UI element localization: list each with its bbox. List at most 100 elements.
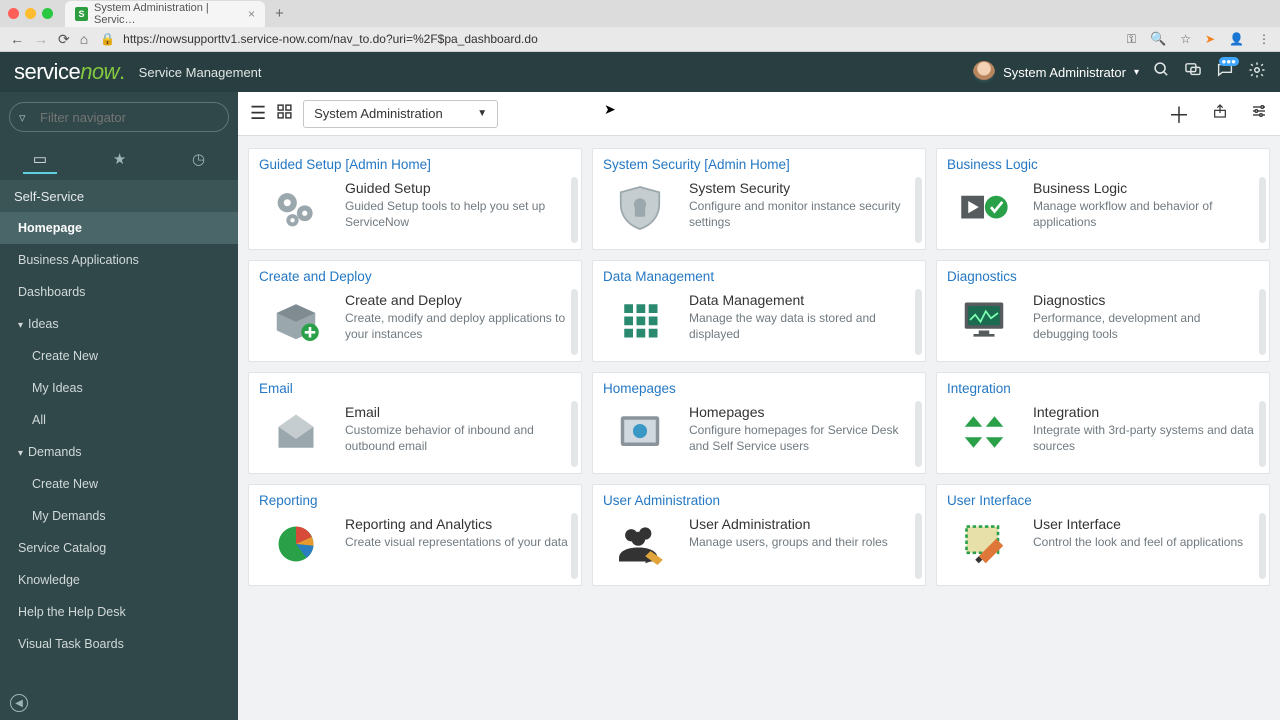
card-header[interactable]: Data Management [593, 261, 925, 286]
card-title: User Interface [1033, 516, 1257, 532]
user-name: System Administrator [1003, 65, 1126, 80]
browser-tab[interactable]: S System Administration | Servic… × [65, 1, 265, 27]
sidebar-item-help-the-help-desk[interactable]: Help the Help Desk [0, 596, 238, 628]
page-select[interactable]: System Administration ▼ [303, 100, 498, 128]
card-user-interface[interactable]: User InterfaceUser InterfaceControl the … [936, 484, 1270, 586]
filter-navigator-input[interactable] [9, 102, 229, 132]
logo-caret-icon: . [119, 59, 125, 84]
card-scrollbar[interactable] [1259, 401, 1266, 467]
sidebar-item-service-catalog[interactable]: Service Catalog [0, 532, 238, 564]
card-homepages[interactable]: HomepagesHomepagesConfigure homepages fo… [592, 372, 926, 474]
key-icon[interactable]: ⚿ [1127, 32, 1136, 47]
card-data-management[interactable]: Data ManagementData ManagementManage the… [592, 260, 926, 362]
card-header[interactable]: Reporting [249, 485, 581, 510]
card-header[interactable]: Email [249, 373, 581, 398]
back-icon[interactable]: ← [10, 31, 24, 47]
card-scrollbar[interactable] [571, 289, 578, 355]
card-scrollbar[interactable] [1259, 289, 1266, 355]
sidebar-item-demands[interactable]: Demands [0, 436, 238, 468]
sidebar-item-all[interactable]: All [0, 404, 238, 436]
logo[interactable]: servicenow. [14, 59, 125, 85]
card-header[interactable]: Guided Setup [Admin Home] [249, 149, 581, 174]
card-header[interactable]: User Interface [937, 485, 1269, 510]
card-header[interactable]: Business Logic [937, 149, 1269, 174]
reload-icon[interactable]: ⟳ [58, 31, 70, 48]
card-guided-setup[interactable]: Guided Setup [Admin Home]Guided SetupGui… [248, 148, 582, 250]
sidebar-item-dashboards[interactable]: Dashboards [0, 276, 238, 308]
card-header[interactable]: System Security [Admin Home] [593, 149, 925, 174]
card-desc: Configure and monitor instance security … [689, 198, 913, 230]
search-icon[interactable] [1153, 61, 1170, 83]
forward-icon[interactable]: → [34, 31, 48, 47]
card-create-and-deploy[interactable]: Create and DeployCreate and DeployCreate… [248, 260, 582, 362]
chat-icon[interactable] [1184, 61, 1202, 83]
nav-section[interactable]: Self-Service [0, 181, 238, 212]
send-icon[interactable]: ➤ [1205, 32, 1215, 46]
sidebar-item-my-demands[interactable]: My Demands [0, 500, 238, 532]
zoom-icon[interactable]: 🔍 [1150, 31, 1166, 47]
settings-toggle-icon[interactable] [1250, 103, 1268, 124]
card-scrollbar[interactable] [571, 401, 578, 467]
card-desc: Performance, development and debugging t… [1033, 310, 1257, 342]
card-scrollbar[interactable] [915, 177, 922, 243]
nav-tab-history-icon[interactable]: ◷ [182, 146, 215, 174]
card-desc: Customize behavior of inbound and outbou… [345, 422, 569, 454]
cards-area[interactable]: Guided Setup [Admin Home]Guided SetupGui… [238, 136, 1280, 720]
tab-close-icon[interactable]: × [248, 7, 255, 21]
home-icon[interactable]: ⌂ [80, 31, 88, 47]
card-header[interactable]: User Administration [593, 485, 925, 510]
browser-chrome: S System Administration | Servic… × + ← … [0, 0, 1280, 52]
user-menu[interactable]: System Administrator ▾ [973, 61, 1139, 83]
profile-icon[interactable]: 👤 [1229, 32, 1244, 46]
url-bar[interactable]: 🔒 https://nowsupporttv1.service-now.com/… [100, 32, 1115, 46]
card-business-logic[interactable]: Business LogicBusiness LogicManage workf… [936, 148, 1270, 250]
sidebar-item-create-new[interactable]: Create New [0, 468, 238, 500]
grid-view-icon[interactable] [276, 103, 293, 124]
menu-icon[interactable]: ⋮ [1258, 32, 1270, 46]
sidebar-item-visual-task-boards[interactable]: Visual Task Boards [0, 628, 238, 660]
card-title: Create and Deploy [345, 292, 569, 308]
sidebar-item-knowledge[interactable]: Knowledge [0, 564, 238, 596]
gear-icon[interactable] [1248, 61, 1266, 84]
card-header[interactable]: Diagnostics [937, 261, 1269, 286]
conversations-icon[interactable]: ●●● [1216, 61, 1234, 83]
collapse-sidebar-button[interactable]: ◀ [10, 694, 28, 712]
card-email[interactable]: EmailEmailCustomize behavior of inbound … [248, 372, 582, 474]
window-min-icon[interactable] [25, 8, 36, 19]
card-user-administration[interactable]: User AdministrationUser AdministrationMa… [592, 484, 926, 586]
card-scrollbar[interactable] [1259, 513, 1266, 579]
card-header[interactable]: Integration [937, 373, 1269, 398]
nav-tab-all-icon[interactable]: ▭ [23, 146, 57, 174]
card-system-security[interactable]: System Security [Admin Home]System Secur… [592, 148, 926, 250]
uipaint-icon [949, 516, 1019, 571]
card-diagnostics[interactable]: DiagnosticsDiagnosticsPerformance, devel… [936, 260, 1270, 362]
list-view-icon[interactable]: ☰ [250, 103, 266, 124]
card-header[interactable]: Homepages [593, 373, 925, 398]
sidebar-item-business-applications[interactable]: Business Applications [0, 244, 238, 276]
card-reporting-and-analytics[interactable]: ReportingReporting and AnalyticsCreate v… [248, 484, 582, 586]
card-scrollbar[interactable] [915, 513, 922, 579]
sidebar-item-ideas[interactable]: Ideas [0, 308, 238, 340]
sidebar-item-my-ideas[interactable]: My Ideas [0, 372, 238, 404]
card-scrollbar[interactable] [915, 401, 922, 467]
sidebar-item-create-new[interactable]: Create New [0, 340, 238, 372]
add-button[interactable]: ＋ [1168, 98, 1190, 130]
window-close-icon[interactable] [8, 8, 19, 19]
card-scrollbar[interactable] [571, 513, 578, 579]
card-header[interactable]: Create and Deploy [249, 261, 581, 286]
sidebar-item-homepage[interactable]: Homepage [0, 212, 238, 244]
window-max-icon[interactable] [42, 8, 53, 19]
nav-list[interactable]: Self-Service HomepageBusiness Applicatio… [0, 181, 238, 720]
nav-tab-favorites-icon[interactable]: ★ [103, 146, 136, 174]
star-icon[interactable]: ☆ [1180, 32, 1191, 46]
card-integration[interactable]: IntegrationIntegrationIntegrate with 3rd… [936, 372, 1270, 474]
card-scrollbar[interactable] [915, 289, 922, 355]
share-icon[interactable] [1212, 102, 1228, 125]
shield-icon [605, 180, 675, 235]
card-scrollbar[interactable] [571, 177, 578, 243]
new-tab-button[interactable]: + [275, 5, 284, 22]
favicon-icon: S [75, 7, 88, 21]
card-scrollbar[interactable] [1259, 177, 1266, 243]
sidebar: ▿ ▭ ★ ◷ Self-Service HomepageBusiness Ap… [0, 92, 238, 720]
window-controls[interactable] [8, 8, 53, 19]
